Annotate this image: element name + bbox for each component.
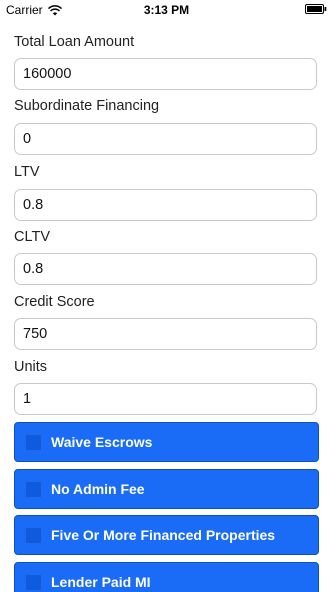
five-or-more-financed-properties-button[interactable]: Five Or More Financed Properties — [14, 515, 319, 555]
waive-escrows-label: Waive Escrows — [51, 434, 153, 450]
waive-escrows-checkbox[interactable] — [26, 434, 41, 450]
units-label: Units — [14, 359, 48, 375]
credit-score-label: Credit Score — [14, 294, 95, 310]
credit-score-input[interactable] — [14, 318, 317, 350]
subordinate-financing-label: Subordinate Financing — [14, 98, 160, 114]
status-time: 3:13 PM — [143, 3, 190, 17]
ltv-input[interactable] — [14, 189, 317, 221]
no-admin-fee-checkbox[interactable] — [26, 481, 41, 497]
five-or-more-financed-properties-checkbox[interactable] — [26, 527, 41, 543]
total-loan-amount-label: Total Loan Amount — [14, 34, 135, 50]
ltv-label: LTV — [14, 164, 40, 180]
subordinate-financing-input[interactable] — [14, 123, 317, 155]
no-admin-fee-button[interactable]: No Admin Fee — [14, 469, 319, 509]
lender-paid-mi-button[interactable]: Lender Paid MI — [14, 562, 319, 592]
status-bar: Carrier 3:13 PM — [0, 0, 333, 20]
units-input[interactable] — [14, 383, 317, 415]
total-loan-amount-input[interactable] — [14, 58, 317, 90]
no-admin-fee-label: No Admin Fee — [51, 481, 145, 497]
waive-escrows-button[interactable]: Waive Escrows — [14, 422, 319, 462]
app-screen: Carrier 3:13 PM Total Loan Amount Subord… — [0, 0, 333, 592]
lender-paid-mi-label: Lender Paid MI — [51, 574, 151, 590]
lender-paid-mi-checkbox[interactable] — [26, 574, 41, 590]
battery-icon — [305, 4, 327, 14]
cltv-input[interactable] — [14, 253, 317, 285]
five-or-more-financed-properties-label: Five Or More Financed Properties — [51, 527, 276, 543]
cltv-label: CLTV — [14, 229, 50, 245]
